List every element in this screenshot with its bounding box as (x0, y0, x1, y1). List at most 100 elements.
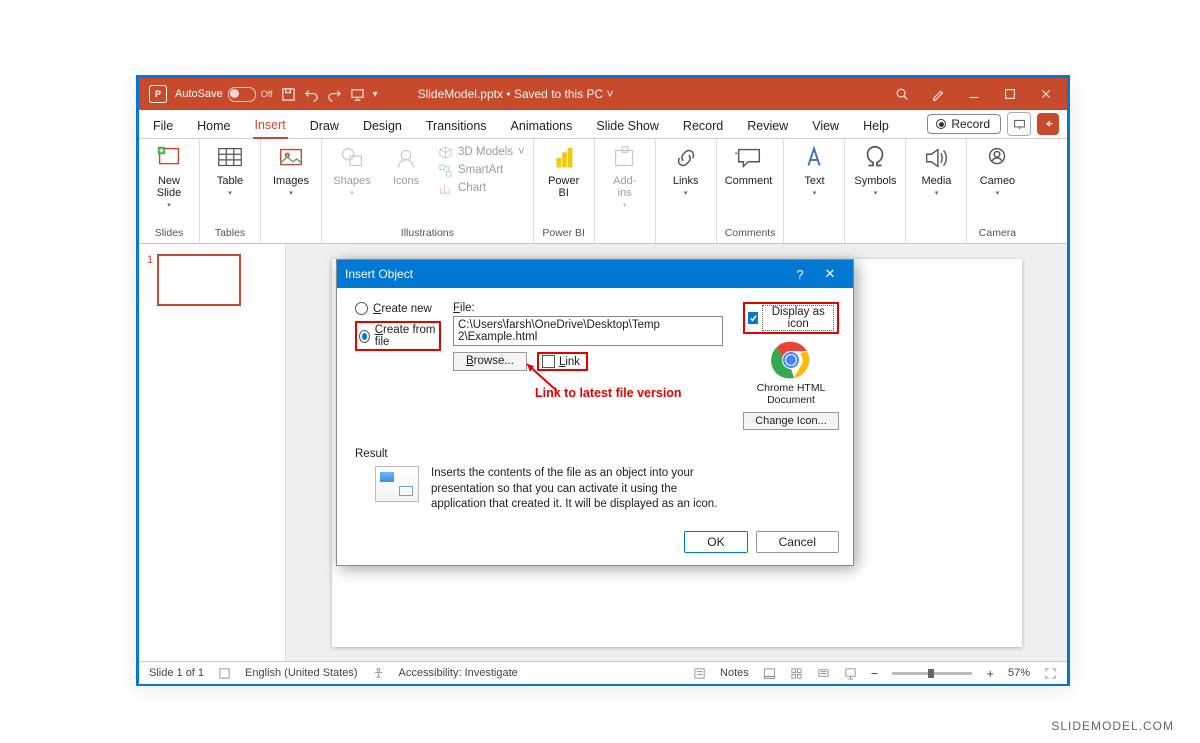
cube-icon (438, 145, 453, 160)
new-slide-button[interactable]: New Slide▾ (147, 143, 191, 209)
smartart-button[interactable]: SmartArt (438, 163, 525, 178)
addins-button[interactable]: Add- ins▾ (603, 143, 647, 209)
file-path-input[interactable]: C:\Users\farsh\OneDrive\Desktop\Temp 2\E… (453, 316, 723, 346)
view-slideshow-icon[interactable] (844, 667, 857, 680)
radio-selected-icon (359, 330, 370, 343)
ok-button[interactable]: OK (684, 531, 747, 553)
accessibility-icon[interactable] (372, 667, 385, 680)
group-slides: Slides (147, 225, 191, 241)
zoom-percent[interactable]: 57% (1008, 667, 1030, 679)
table-button[interactable]: Table▾ (208, 143, 252, 197)
status-language[interactable]: English (United States) (245, 667, 358, 679)
spellcheck-icon[interactable] (218, 667, 231, 680)
radio-create-new[interactable]: Create new (355, 302, 441, 315)
cancel-button[interactable]: Cancel (756, 531, 839, 553)
title-bar: P AutoSave Off ▾ SlideModel.pptx • Saved… (139, 78, 1067, 110)
powerbi-button[interactable]: Power BI (542, 143, 586, 199)
undo-icon[interactable] (304, 87, 319, 102)
status-accessibility[interactable]: Accessibility: Investigate (399, 667, 518, 679)
text-button[interactable]: Text▾ (792, 143, 836, 197)
status-notes[interactable]: Notes (720, 667, 749, 679)
cameo-button[interactable]: Cameo▾ (975, 143, 1019, 197)
dialog-titlebar[interactable]: Insert Object ? ✕ (337, 260, 853, 288)
file-label: File: (453, 302, 731, 314)
thumb-number: 1 (147, 254, 153, 306)
doc-title[interactable]: SlideModel.pptx • Saved to this PC ˅ (378, 87, 895, 101)
display-as-icon-checkbox[interactable]: Display as icon (743, 302, 839, 334)
tab-record[interactable]: Record (681, 115, 725, 138)
minimize-icon[interactable] (967, 87, 981, 101)
tab-insert[interactable]: Insert (253, 114, 288, 139)
radio-unselected-icon (355, 302, 368, 315)
dialog-title: Insert Object (345, 267, 413, 281)
tab-design[interactable]: Design (361, 115, 404, 138)
slide-thumbnail[interactable] (157, 254, 241, 306)
autosave-toggle[interactable]: AutoSave Off (175, 87, 273, 102)
view-normal-icon[interactable] (763, 667, 776, 680)
pen-icon[interactable] (931, 87, 945, 101)
autosave-label: AutoSave (175, 88, 223, 100)
close-icon[interactable] (1039, 87, 1053, 101)
cameo-icon (982, 143, 1012, 173)
save-icon[interactable] (281, 87, 296, 102)
chart-button[interactable]: Chart (438, 181, 525, 196)
share-button[interactable] (1037, 113, 1059, 135)
slide-canvas-area: Insert Object ? ✕ Create new (286, 244, 1067, 661)
toggle-off-icon[interactable] (228, 87, 256, 102)
dialog-close-icon[interactable]: ✕ (815, 266, 845, 282)
tab-draw[interactable]: Draw (308, 115, 341, 138)
zoom-out-button[interactable]: − (871, 666, 879, 681)
media-button[interactable]: Media▾ (914, 143, 958, 197)
tab-animations[interactable]: Animations (509, 115, 575, 138)
notes-icon[interactable] (693, 667, 706, 680)
record-dot-icon (936, 119, 946, 129)
tab-help[interactable]: Help (861, 115, 891, 138)
checkbox-checked-icon (748, 312, 758, 324)
view-sorter-icon[interactable] (790, 667, 803, 680)
status-bar: Slide 1 of 1 English (United States) Acc… (139, 661, 1067, 684)
watermark: SLIDEMODEL.COM (1051, 719, 1174, 733)
chart-icon (438, 181, 453, 196)
3d-models-button[interactable]: 3D Models ˅ (438, 145, 525, 160)
powerbi-icon (549, 143, 579, 173)
change-icon-button[interactable]: Change Icon... (743, 412, 839, 430)
powerpoint-window: P AutoSave Off ▾ SlideModel.pptx • Saved… (136, 75, 1070, 686)
thumbnail-pane[interactable]: 1 (139, 244, 286, 661)
tab-transitions[interactable]: Transitions (424, 115, 489, 138)
tab-review[interactable]: Review (745, 115, 790, 138)
powerpoint-logo-icon: P (149, 85, 167, 103)
browse-button[interactable]: Browse... (453, 352, 527, 371)
radio-create-from-file[interactable]: Create from file (355, 321, 441, 351)
group-tables: Tables (208, 225, 252, 241)
workspace: 1 Insert Object ? ✕ (139, 244, 1067, 661)
record-button[interactable]: Record (927, 114, 1001, 134)
dialog-help-icon[interactable]: ? (785, 267, 815, 282)
tab-slideshow[interactable]: Slide Show (594, 115, 661, 138)
shapes-button[interactable]: Shapes▾ (330, 143, 374, 197)
present-mode-button[interactable] (1007, 112, 1031, 136)
images-button[interactable]: Images▾ (269, 143, 313, 197)
redo-icon[interactable] (327, 87, 342, 102)
maximize-icon[interactable] (1003, 87, 1017, 101)
tab-view[interactable]: View (810, 115, 841, 138)
fit-window-icon[interactable] (1044, 667, 1057, 680)
link-icon (671, 143, 701, 173)
slideshow-start-icon[interactable] (350, 87, 365, 102)
comment-button[interactable]: Comment (725, 143, 773, 187)
icons-button[interactable]: Icons (384, 143, 428, 197)
tab-file[interactable]: File (151, 115, 175, 138)
addins-icon (610, 143, 640, 173)
zoom-slider[interactable] (892, 672, 972, 675)
links-button[interactable]: Links▾ (664, 143, 708, 197)
icons-icon (391, 143, 421, 173)
group-powerbi: Power BI (542, 225, 586, 241)
ribbon-insert: New Slide▾ Slides Table▾ Tables (139, 139, 1067, 244)
tab-home[interactable]: Home (195, 115, 232, 138)
symbols-button[interactable]: Symbols▾ (853, 143, 897, 197)
view-reading-icon[interactable] (817, 667, 830, 680)
status-slide-count[interactable]: Slide 1 of 1 (149, 667, 204, 679)
group-images (269, 225, 313, 241)
group-camera: Camera (975, 225, 1019, 241)
zoom-in-button[interactable]: + (986, 666, 994, 681)
search-icon[interactable] (895, 87, 909, 101)
